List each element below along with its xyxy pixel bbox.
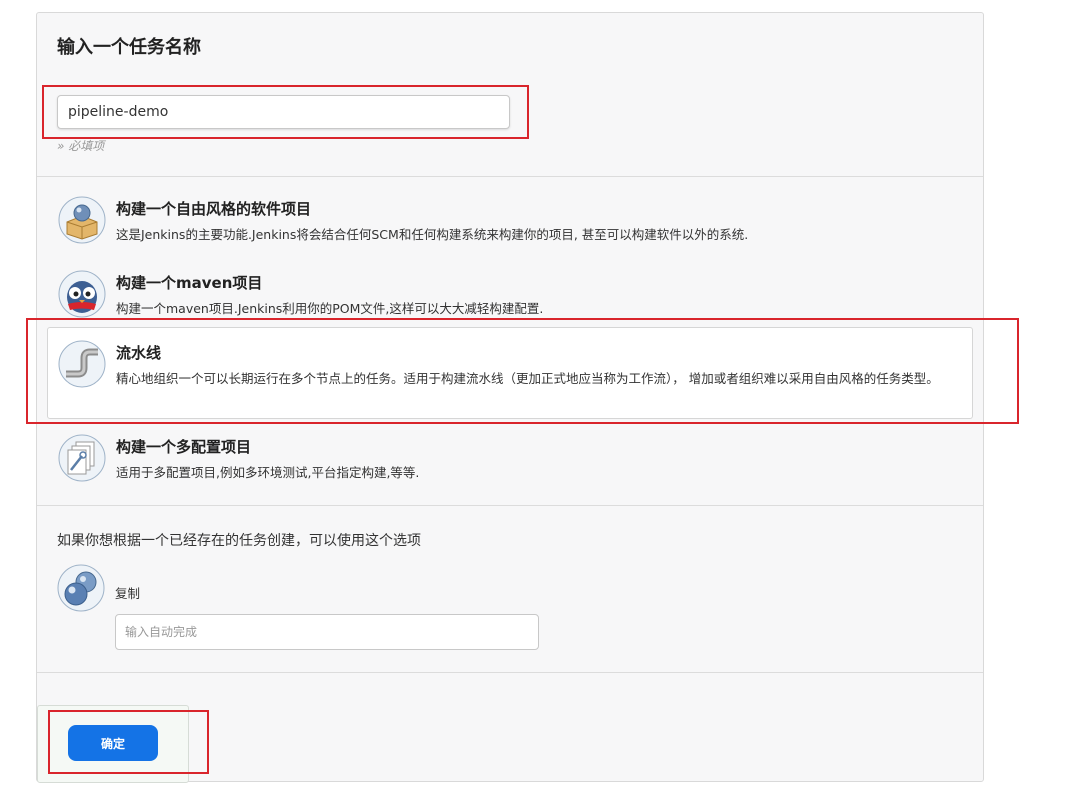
page-title: 输入一个任务名称 [57, 37, 201, 58]
job-type-multiconfig[interactable]: 构建一个多配置项目 适用于多配置项目,例如多环境测试,平台指定构建,等等. [47, 421, 973, 493]
maven-owl-icon [58, 270, 106, 318]
job-type-title: 流水线 [116, 344, 162, 362]
copy-label: 复制 [115, 586, 141, 601]
copy-from-section: 如果你想根据一个已经存在的任务创建，可以使用这个选项 复制 [37, 506, 983, 673]
job-type-description: 构建一个maven项目.Jenkins利用你的POM文件,这样可以大大减轻构建配… [116, 301, 544, 316]
job-type-description: 这是Jenkins的主要功能.Jenkins将会结合任何SCM和任何构建系统来构… [116, 227, 749, 242]
multiconfig-icon [58, 434, 106, 482]
required-hint: » 必填项 [57, 139, 105, 153]
job-type-freestyle[interactable]: 构建一个自由风格的软件项目 这是Jenkins的主要功能.Jenkins将会结合… [47, 183, 973, 253]
copy-spheres-icon [57, 564, 105, 612]
item-name-section: 输入一个任务名称 » 必填项 [37, 13, 983, 177]
job-type-pipeline[interactable]: 流水线 精心地组织一个可以长期运行在多个节点上的任务。适用于构建流水线（更加正式… [47, 327, 973, 419]
copy-prompt: 如果你想根据一个已经存在的任务创建，可以使用这个选项 [57, 533, 421, 549]
copy-from-input[interactable] [115, 614, 539, 650]
freestyle-box-icon [58, 196, 106, 244]
job-type-description: 适用于多配置项目,例如多环境测试,平台指定构建,等等. [116, 465, 420, 480]
item-name-input[interactable] [57, 95, 510, 129]
pipeline-icon [58, 340, 106, 388]
ok-button[interactable]: 确定 [68, 725, 158, 761]
job-type-description: 精心地组织一个可以长期运行在多个节点上的任务。适用于构建流水线（更加正式地应当称… [116, 371, 939, 386]
new-item-panel: 输入一个任务名称 » 必填项 构建一个自由风格的软件项目 这是Jenkins的主… [36, 12, 984, 783]
job-type-maven[interactable]: 构建一个maven项目 构建一个maven项目.Jenkins利用你的POM文件… [47, 257, 973, 327]
job-type-title: 构建一个多配置项目 [116, 438, 252, 456]
job-type-title: 构建一个maven项目 [116, 274, 263, 292]
job-type-list: 构建一个自由风格的软件项目 这是Jenkins的主要功能.Jenkins将会结合… [37, 177, 983, 506]
job-type-title: 构建一个自由风格的软件项目 [116, 200, 312, 218]
